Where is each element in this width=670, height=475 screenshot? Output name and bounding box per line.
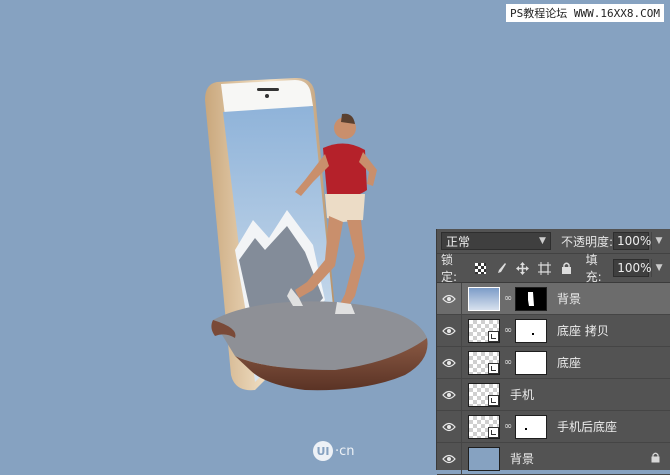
fill-dropdown-icon[interactable]: ▼	[651, 259, 666, 277]
lock-transparent-pixels-icon[interactable]	[474, 262, 486, 274]
blend-opacity-row: 正常 ▼ 不透明度: 100% ▼	[437, 229, 670, 254]
layer-row[interactable]: ∞ 底座	[437, 347, 670, 379]
smart-object-icon	[488, 426, 499, 438]
layer-name[interactable]: 背景	[510, 450, 534, 467]
layer-mask-thumbnail[interactable]	[515, 350, 547, 375]
fill-input[interactable]: 100%	[613, 259, 652, 277]
layer-thumbnail[interactable]	[468, 446, 500, 471]
smart-object-icon	[488, 362, 499, 374]
layer-mask-thumbnail[interactable]	[515, 286, 547, 311]
blend-mode-value: 正常	[446, 234, 471, 249]
layer-thumbnail[interactable]	[468, 318, 500, 343]
layer-name[interactable]: 底座	[557, 354, 581, 371]
eye-icon[interactable]	[437, 454, 461, 464]
lock-icon	[651, 452, 660, 466]
layer-thumbnail[interactable]	[468, 350, 500, 375]
layer-row[interactable]: ∞ 底座 拷贝	[437, 315, 670, 347]
lock-artboard-icon[interactable]	[538, 261, 552, 275]
layer-name[interactable]: 手机	[510, 386, 534, 403]
ui-logo-mark: UI	[313, 441, 333, 461]
watermark: PS教程论坛 WWW.16XX8.COM	[506, 4, 664, 22]
layers-panel: 正常 ▼ 不透明度: 100% ▼ 锁定: 填充: 100% ▼ ∞ 背景 ∞ …	[437, 229, 670, 475]
layer-thumbnail[interactable]	[468, 286, 500, 311]
site-logo: UI ·cn	[313, 441, 355, 461]
artwork-canvas	[205, 77, 428, 391]
layer-mask-thumbnail[interactable]	[515, 414, 547, 439]
layer-mask-thumbnail[interactable]	[515, 318, 547, 343]
opacity-value: 100%	[617, 234, 652, 248]
chevron-down-icon: ▼	[539, 236, 546, 246]
lock-all-icon[interactable]	[560, 261, 574, 275]
layer-name[interactable]: 背景	[557, 290, 581, 307]
layer-thumbnail[interactable]	[468, 382, 500, 407]
fill-label: 填充:	[585, 253, 602, 284]
ui-logo-text: ·cn	[335, 443, 355, 459]
eye-icon[interactable]	[437, 422, 461, 432]
lock-label: 锁定:	[441, 253, 458, 284]
eye-icon[interactable]	[437, 326, 461, 336]
opacity-input[interactable]: 100%	[613, 232, 652, 250]
layer-name[interactable]: 手机后底座	[557, 418, 617, 435]
lock-position-icon[interactable]	[516, 261, 530, 275]
fill-value: 100%	[617, 261, 652, 275]
layer-row[interactable]: 背景	[437, 443, 670, 475]
chain-link-icon[interactable]: ∞	[503, 421, 513, 432]
layer-name[interactable]: 底座 拷贝	[557, 322, 609, 339]
smart-object-icon	[488, 394, 499, 406]
eye-icon[interactable]	[437, 358, 461, 368]
chain-link-icon[interactable]: ∞	[503, 325, 513, 336]
opacity-dropdown-icon[interactable]: ▼	[651, 232, 666, 250]
smart-object-icon	[488, 330, 499, 342]
chain-link-icon[interactable]: ∞	[503, 357, 513, 368]
opacity-label: 不透明度:	[560, 234, 614, 249]
layer-row[interactable]: ∞ 背景	[437, 283, 670, 315]
eye-icon[interactable]	[437, 294, 461, 304]
lock-fill-row: 锁定: 填充: 100% ▼	[437, 253, 670, 284]
layer-thumbnail[interactable]	[468, 414, 500, 439]
layer-row[interactable]: ∞ 手机后底座	[437, 411, 670, 443]
eye-icon[interactable]	[437, 390, 461, 400]
blend-mode-select[interactable]: 正常 ▼	[441, 232, 551, 250]
lock-image-pixels-icon[interactable]	[494, 261, 508, 275]
layer-row[interactable]: 手机	[437, 379, 670, 411]
chain-link-icon[interactable]: ∞	[503, 293, 513, 304]
